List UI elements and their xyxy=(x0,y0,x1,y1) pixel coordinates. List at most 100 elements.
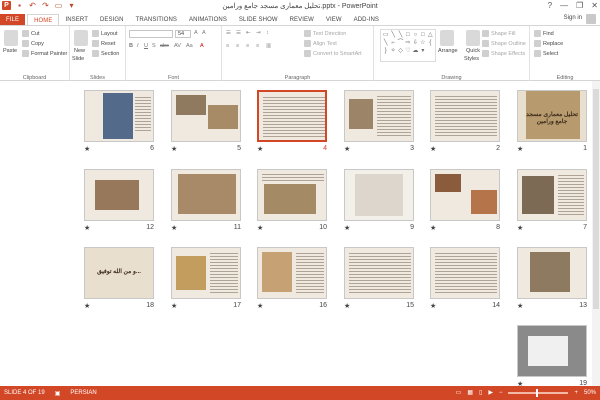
shape-heart-icon[interactable]: ♡ xyxy=(404,47,411,55)
align-right-icon[interactable]: ≡ xyxy=(246,43,249,49)
shape-line-icon[interactable]: ╲ xyxy=(389,31,396,39)
line-spacing-icon[interactable]: ↕ xyxy=(266,30,269,36)
bullets-icon[interactable]: ☰ xyxy=(226,30,231,36)
copy-button[interactable]: Copy xyxy=(22,40,44,47)
restore-icon[interactable]: ❐ xyxy=(576,1,583,10)
columns-icon[interactable]: ▥ xyxy=(266,43,271,49)
shape-line3-icon[interactable]: ╲ xyxy=(382,39,389,47)
new-slide-button[interactable]: New xyxy=(74,48,85,54)
transition-star-icon[interactable]: ★ xyxy=(344,302,350,310)
slide-thumbnail-3[interactable] xyxy=(344,90,414,142)
paste-button[interactable]: Paste xyxy=(3,48,17,54)
shape-callout-icon[interactable]: ◇ xyxy=(397,47,404,55)
slide-thumbnail-19[interactable] xyxy=(517,325,587,377)
transition-star-icon[interactable]: ★ xyxy=(430,145,436,153)
new-slide-icon[interactable] xyxy=(74,30,88,46)
proofing-icon[interactable]: ▣ xyxy=(55,390,61,397)
tab-animations[interactable]: ANIMATIONS xyxy=(183,14,233,25)
vertical-scrollbar[interactable] xyxy=(592,81,600,386)
tab-review[interactable]: REVIEW xyxy=(284,14,320,25)
zoom-slider[interactable] xyxy=(508,388,569,397)
bold-icon[interactable]: B xyxy=(129,43,133,49)
transition-star-icon[interactable]: ★ xyxy=(430,224,436,232)
char-spacing-icon[interactable]: AV xyxy=(174,43,181,49)
shape-outline-button[interactable]: Shape Outline xyxy=(482,40,526,47)
slide-thumbnail-15[interactable] xyxy=(344,247,414,299)
tab-add-ins[interactable]: ADD-INS xyxy=(348,14,385,25)
transition-star-icon[interactable]: ★ xyxy=(257,224,263,232)
slideshow-view-icon[interactable]: ▶ xyxy=(488,389,493,396)
shape-more-icon[interactable]: ▾ xyxy=(419,47,426,55)
align-text-button[interactable]: Align Text xyxy=(304,40,337,47)
change-case-icon[interactable]: Aa xyxy=(186,43,193,49)
quick-styles-button-line2[interactable]: Styles xyxy=(464,56,479,62)
slide-thumbnail-17[interactable] xyxy=(171,247,241,299)
layout-button[interactable]: Layout xyxy=(92,30,118,37)
shape-rect2-icon[interactable]: □ xyxy=(419,31,426,39)
slide-thumbnail-9[interactable] xyxy=(344,169,414,221)
zoom-level[interactable]: 50% xyxy=(584,390,596,396)
shape-rect-icon[interactable]: □ xyxy=(404,31,411,39)
font-color-icon[interactable]: A xyxy=(200,43,204,49)
slide-thumbnail-6[interactable] xyxy=(84,90,154,142)
select-button[interactable]: Select xyxy=(534,50,558,57)
shape-arrow-icon[interactable]: ⇨ xyxy=(404,39,411,47)
quick-styles-button[interactable]: Quick xyxy=(466,48,480,54)
transition-star-icon[interactable]: ★ xyxy=(84,302,90,310)
tab-design[interactable]: DESIGN xyxy=(94,14,130,25)
normal-view-icon[interactable]: ▭ xyxy=(456,389,462,396)
transition-star-icon[interactable]: ★ xyxy=(171,224,177,232)
slide-thumbnail-14[interactable] xyxy=(430,247,500,299)
tab-home[interactable]: HOME xyxy=(27,14,60,25)
slide-thumbnail-16[interactable] xyxy=(257,247,327,299)
slide-thumbnail-5[interactable] xyxy=(171,90,241,142)
shape-brace-icon[interactable]: { xyxy=(427,39,434,47)
new-slide-button-line2[interactable]: Slide xyxy=(72,56,84,62)
numbering-icon[interactable]: ☰ xyxy=(236,30,241,36)
shape-line2-icon[interactable]: ╲ xyxy=(397,31,404,39)
zoom-out-button[interactable]: − xyxy=(499,390,503,396)
language-indicator[interactable]: PERSIAN xyxy=(70,390,96,397)
transition-star-icon[interactable]: ★ xyxy=(84,145,90,153)
cut-button[interactable]: Cut xyxy=(22,30,40,37)
transition-star-icon[interactable]: ★ xyxy=(344,224,350,232)
shape-textbox-icon[interactable]: ▭ xyxy=(382,31,389,39)
shape-arc-icon[interactable]: ⌒ xyxy=(397,39,404,47)
font-size-box[interactable]: 54 xyxy=(175,30,191,38)
transition-star-icon[interactable]: ★ xyxy=(517,302,523,310)
shrink-font-icon[interactable]: A xyxy=(202,30,206,36)
transition-star-icon[interactable]: ★ xyxy=(344,145,350,153)
shape-arrow2-icon[interactable]: ⇩ xyxy=(412,39,419,47)
quick-styles-icon[interactable] xyxy=(466,30,480,46)
justify-icon[interactable]: ≡ xyxy=(256,43,259,49)
slide-thumbnail-18[interactable]: و من الله توفیق... xyxy=(84,247,154,299)
slide-thumbnail-13[interactable] xyxy=(517,247,587,299)
slide-thumbnail-7[interactable] xyxy=(517,169,587,221)
shadow-icon[interactable]: S xyxy=(152,43,156,49)
italic-icon[interactable]: I xyxy=(137,43,139,49)
shape-cloud-icon[interactable]: ☁ xyxy=(412,47,419,55)
shape-triangle-icon[interactable]: △ xyxy=(427,31,434,39)
shape-star-icon[interactable]: ☆ xyxy=(419,39,426,47)
arrange-button[interactable]: Arrange xyxy=(438,48,458,54)
minimize-icon[interactable]: — xyxy=(560,1,568,10)
help-icon[interactable]: ? xyxy=(548,1,552,10)
increase-indent-icon[interactable]: ⇥ xyxy=(256,30,261,36)
slide-thumbnail-10[interactable] xyxy=(257,169,327,221)
tab-insert[interactable]: INSERT xyxy=(59,14,94,25)
underline-icon[interactable]: U xyxy=(144,43,148,49)
slide-thumbnail-11[interactable] xyxy=(171,169,241,221)
transition-star-icon[interactable]: ★ xyxy=(257,302,263,310)
shapes-gallery[interactable]: ▭ ╲ ╲ □ ○ □ △ ╲ ⌐ ⌒ ⇨ ⇩ ☆{ } ✧ ◇ ♡ ☁ ▾ xyxy=(380,29,436,62)
sign-in-link[interactable]: Sign in xyxy=(564,15,582,21)
decrease-indent-icon[interactable]: ⇤ xyxy=(246,30,251,36)
strikethrough-icon[interactable]: abc xyxy=(160,43,169,49)
find-button[interactable]: Find xyxy=(534,30,554,37)
zoom-in-button[interactable]: + xyxy=(574,390,578,396)
zoom-slider-handle[interactable] xyxy=(536,388,539,397)
shape-elbow-icon[interactable]: ⌐ xyxy=(389,39,396,47)
shape-star2-icon[interactable]: ✧ xyxy=(389,47,396,55)
tab-view[interactable]: VIEW xyxy=(320,14,348,25)
arrange-icon[interactable] xyxy=(440,30,454,46)
align-left-icon[interactable]: ≡ xyxy=(226,43,229,49)
